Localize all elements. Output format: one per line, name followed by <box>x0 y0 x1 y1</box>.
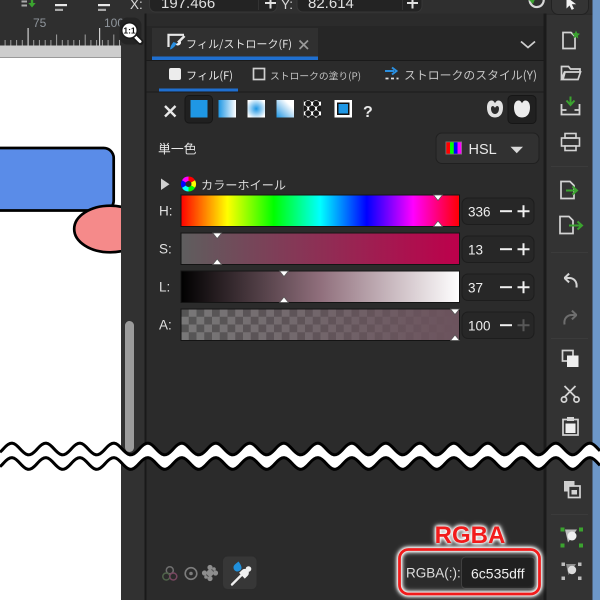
svg-text:13: 13 <box>468 243 483 258</box>
svg-text:37: 37 <box>468 281 483 296</box>
svg-text:RGBA: RGBA <box>435 522 506 549</box>
svg-text:HSL: HSL <box>469 142 497 158</box>
svg-text:S:: S: <box>159 242 172 257</box>
svg-text:6c535dff: 6c535dff <box>471 566 525 582</box>
svg-text:A:: A: <box>159 318 172 333</box>
svg-text:100: 100 <box>468 319 491 334</box>
svg-text:336: 336 <box>468 205 491 220</box>
svg-text:Y:: Y: <box>281 0 293 12</box>
svg-text:X:: X: <box>130 0 143 12</box>
svg-text:197.466: 197.466 <box>161 0 215 12</box>
svg-text:?: ? <box>363 104 373 121</box>
svg-text:RGBA(:):: RGBA(:): <box>406 566 461 581</box>
svg-text:1:1: 1:1 <box>123 26 136 36</box>
svg-text:82.614: 82.614 <box>308 0 354 12</box>
svg-text:H:: H: <box>159 204 173 219</box>
svg-text:75: 75 <box>33 16 47 30</box>
svg-text:L:: L: <box>159 280 170 295</box>
